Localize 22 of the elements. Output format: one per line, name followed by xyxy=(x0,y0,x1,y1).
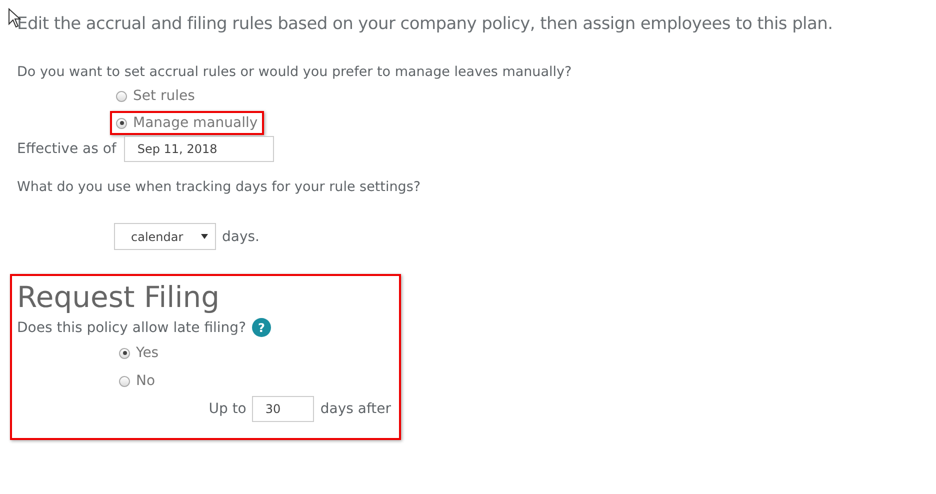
radio-button[interactable] xyxy=(119,376,130,386)
days-field[interactable]: 30 xyxy=(252,396,314,422)
radio-button[interactable] xyxy=(119,348,130,358)
late-filing-question: Does this policy allow late filing? xyxy=(17,320,246,336)
radio-button[interactable] xyxy=(116,118,127,128)
up-to-label: Up to xyxy=(208,401,246,417)
radio-option[interactable]: Yes xyxy=(113,341,165,365)
page-heading: Edit the accrual and filing rules based on your company policy, then assign employees to this plan. xyxy=(17,13,834,34)
effective-label: Effective as of xyxy=(17,141,116,157)
help-icon[interactable]: ? xyxy=(252,318,271,337)
caret-icon xyxy=(201,234,208,239)
radio-button[interactable] xyxy=(116,90,127,102)
radio-option[interactable]: Set rules xyxy=(110,84,201,108)
section-title: Request Filing xyxy=(17,280,221,314)
accrual-question: Do you want to set accrual rules or would you prefer to manage leaves manually? xyxy=(17,64,573,80)
date-field[interactable]: Sep 11, 2018 xyxy=(124,136,274,162)
tracking-question: What do you use when tracking days for your rule settings? xyxy=(17,179,422,195)
day-type-select[interactable]: calendar xyxy=(114,223,216,250)
radio-option[interactable]: Manage manually xyxy=(110,111,264,135)
radio-option[interactable]: No xyxy=(113,369,162,393)
days-label: days. xyxy=(222,228,260,244)
days-after-label: days after xyxy=(320,401,391,417)
